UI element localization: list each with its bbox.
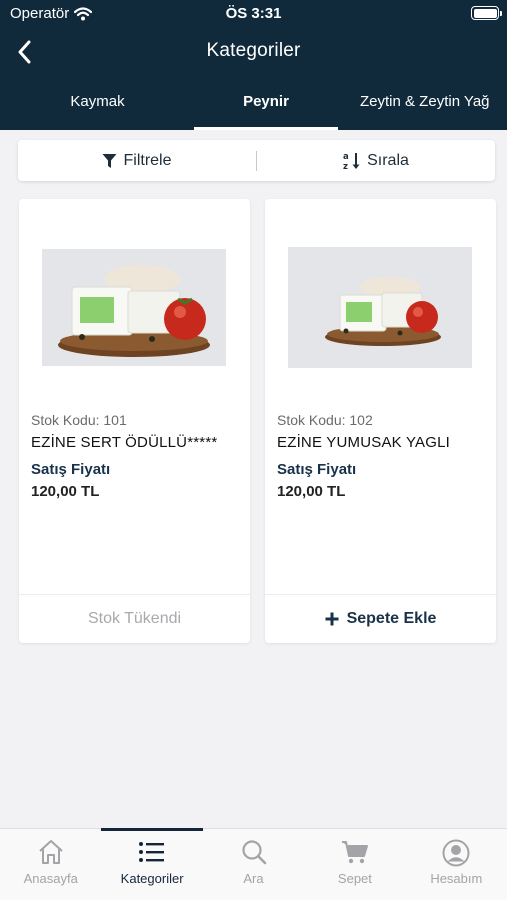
home-icon	[39, 840, 63, 864]
bottom-tab-label: Anasayfa	[23, 871, 78, 886]
bottom-tab-label: Hesabım	[430, 871, 483, 886]
product-price: 120,00 TL	[277, 483, 346, 500]
svg-text:a: a	[343, 152, 349, 162]
sort-icon: a z	[343, 152, 360, 171]
product-code: Stok Kodu: 101	[31, 412, 127, 428]
out-of-stock-button: Stok Tükendi	[19, 594, 250, 643]
product-image[interactable]	[42, 249, 226, 366]
price-label: Satış Fiyatı	[31, 461, 111, 478]
battery-icon	[471, 6, 502, 20]
filter-icon	[102, 153, 117, 168]
filter-button[interactable]: Filtrele	[18, 140, 256, 181]
account-icon	[442, 839, 470, 867]
bottom-tab-search[interactable]: Ara	[203, 829, 304, 900]
bottom-tab-home[interactable]: Anasayfa	[0, 829, 101, 900]
cheese-image	[288, 247, 472, 368]
product-name[interactable]: EZİNE SERT ÖDÜLLÜ*****	[31, 434, 246, 451]
product-card[interactable]: Stok Kodu: 102 EZİNE YUMUSAK YAGLI Satış…	[265, 199, 496, 643]
list-icon	[139, 842, 165, 862]
bottom-tab-label: Ara	[243, 871, 264, 886]
tab-zeytin[interactable]: Zeytin & Zeytin Yağ	[360, 76, 507, 130]
bottom-tab-label: Sepet	[337, 871, 372, 886]
price-label: Satış Fiyatı	[277, 461, 357, 478]
cart-icon	[341, 841, 368, 864]
product-code: Stok Kodu: 102	[277, 412, 373, 428]
out-of-stock-label: Stok Tükendi	[87, 610, 182, 627]
bottom-tab-cart[interactable]: Sepet	[304, 829, 405, 900]
bottom-tab-label: Kategoriler	[120, 871, 184, 886]
status-time: ÖS 3:31	[225, 5, 282, 22]
add-to-cart-button[interactable]: Sepete Ekle	[265, 594, 496, 643]
product-price: 120,00 TL	[31, 483, 100, 500]
filter-label: Filtrele	[123, 151, 172, 169]
plus-icon	[325, 612, 339, 626]
tab-peynir[interactable]: Peynir	[194, 76, 338, 130]
status-bar: Operatör ÖS 3:31	[0, 0, 507, 28]
sort-button[interactable]: a z Sırala	[257, 140, 495, 181]
tab-kaymak[interactable]: Kaymak	[40, 76, 155, 130]
category-tabs: Kaymak Peynir Zeytin & Zeytin Yağ	[0, 76, 507, 130]
product-image[interactable]	[288, 247, 472, 368]
page-title: Kategoriler	[206, 40, 301, 61]
bottom-tab-categories[interactable]: Kategoriler	[101, 828, 204, 900]
svg-text:z: z	[343, 162, 348, 171]
filter-sort-bar: Filtrele a z Sırala	[18, 140, 495, 181]
add-to-cart-label: Sepete Ekle	[346, 610, 437, 627]
product-card[interactable]: Stok Kodu: 101 EZİNE SERT ÖDÜLLÜ***** Sa…	[19, 199, 250, 643]
header: Operatör ÖS 3:31 Kategoriler Kaymak Peyn…	[0, 0, 507, 130]
navigation-bar: Kategoriler	[0, 28, 507, 76]
sort-label: Sırala	[367, 151, 409, 169]
search-icon	[241, 840, 266, 865]
product-name[interactable]: EZİNE YUMUSAK YAGLI	[277, 434, 492, 451]
bottom-tab-bar: Anasayfa Kategoriler Ara Sepet Hesabım	[0, 828, 507, 900]
bottom-tab-account[interactable]: Hesabım	[406, 829, 507, 900]
cheese-image	[42, 249, 226, 366]
